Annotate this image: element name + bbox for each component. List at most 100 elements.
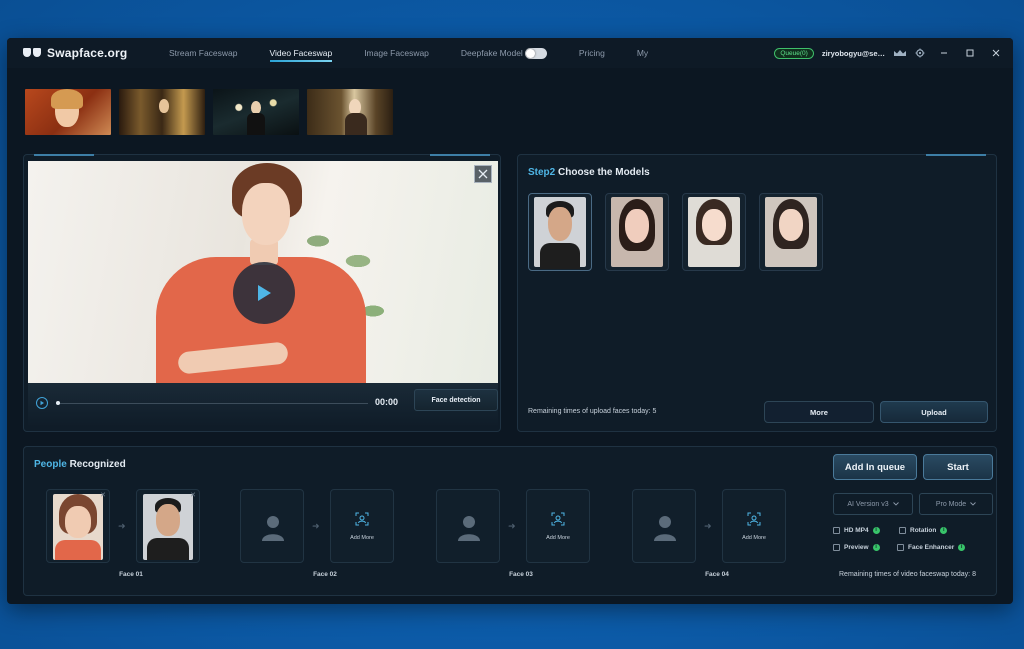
control-play-icon[interactable] <box>36 397 48 409</box>
preview-option[interactable]: Preview i <box>833 544 880 551</box>
arrow-right-icon: ➜ <box>508 521 516 531</box>
preview-label: Preview <box>844 544 869 551</box>
tab-my[interactable]: My <box>621 38 664 68</box>
panel-accent <box>34 154 94 156</box>
add-more[interactable]: Add More <box>527 512 589 541</box>
start-button[interactable]: Start <box>923 454 993 480</box>
gear-icon[interactable] <box>915 48 925 58</box>
info-icon[interactable]: i <box>958 544 966 551</box>
source-face-photo <box>53 494 103 560</box>
title-right: Queue(0) ziryobogyu@se… <box>774 38 1003 68</box>
video-thumbnail[interactable] <box>307 89 393 135</box>
tab-deepfake-label: Deepfake Model <box>460 48 523 58</box>
add-more-label: Add More <box>350 535 374 541</box>
source-face-slot[interactable] <box>240 489 304 563</box>
close-icon[interactable] <box>989 46 1003 60</box>
remove-icon[interactable]: ✕ <box>190 491 196 499</box>
face-enhancer-option[interactable]: Face Enhancer i <box>897 544 966 551</box>
more-button[interactable]: More <box>764 401 874 423</box>
model-photo <box>534 197 586 269</box>
model-card[interactable] <box>528 193 592 271</box>
face-label: Face 01 <box>119 571 143 578</box>
rotation-checkbox[interactable] <box>899 527 906 534</box>
maximize-icon[interactable] <box>963 46 977 60</box>
source-face-skin <box>65 506 91 538</box>
model-face <box>702 209 726 241</box>
progress-knob[interactable] <box>56 401 60 405</box>
model-photo <box>765 197 817 267</box>
user-email[interactable]: ziryobogyu@se… <box>822 49 885 58</box>
add-more-slot[interactable]: Add More <box>526 489 590 563</box>
avatar-placeholder-icon <box>458 516 480 541</box>
info-icon[interactable]: i <box>940 527 948 534</box>
deepfake-toggle[interactable] <box>524 47 547 59</box>
model-card[interactable] <box>759 193 823 271</box>
minimize-icon[interactable] <box>937 46 951 60</box>
add-more-slot[interactable]: Add More <box>330 489 394 563</box>
people-title-highlight: People <box>34 459 67 470</box>
video-thumbnail[interactable] <box>119 89 205 135</box>
remaining-upload-text: Remaining times of upload faces today: 5 <box>528 408 657 415</box>
tab-stream-faceswap[interactable]: Stream Faceswap <box>153 38 254 68</box>
model-face <box>779 209 803 241</box>
progress-bar[interactable] <box>56 403 368 404</box>
face-enhancer-checkbox[interactable] <box>897 544 904 551</box>
step2-title: Step2 Choose the Models <box>528 167 650 178</box>
source-face-slot[interactable] <box>436 489 500 563</box>
thumbnail-suit <box>247 113 265 135</box>
video-player[interactable] <box>28 161 498 383</box>
step2-label: Step2 <box>528 167 556 178</box>
add-more[interactable]: Add More <box>331 512 393 541</box>
face-label: Face 02 <box>313 571 337 578</box>
thumbnail-face <box>159 99 169 113</box>
add-more-slot[interactable]: Add More <box>722 489 786 563</box>
source-face-slot[interactable] <box>632 489 696 563</box>
upload-button[interactable]: Upload <box>880 401 988 423</box>
add-in-queue-button[interactable]: Add In queue <box>833 454 917 480</box>
crown-icon[interactable] <box>893 49 907 57</box>
face-scan-icon <box>355 512 369 526</box>
tab-pricing[interactable]: Pricing <box>563 38 621 68</box>
add-more[interactable]: Add More <box>723 512 785 541</box>
title-bar: Swapface.org Stream Faceswap Video Faces… <box>7 38 1013 68</box>
video-thumbnails <box>25 89 393 135</box>
panel-accent <box>430 154 490 156</box>
ai-version-select[interactable]: AI Version v3 <box>833 493 913 515</box>
preview-checkbox[interactable] <box>833 544 840 551</box>
remove-icon[interactable]: ✕ <box>100 491 106 499</box>
model-card[interactable] <box>682 193 746 271</box>
rotation-option[interactable]: Rotation i <box>899 527 948 534</box>
hd-mp4-option[interactable]: HD MP4 i <box>833 527 880 534</box>
source-face-slot[interactable]: ✕ <box>46 489 110 563</box>
target-face-slot[interactable]: ✕ <box>136 489 200 563</box>
hd-mp4-checkbox[interactable] <box>833 527 840 534</box>
play-button[interactable] <box>233 262 295 324</box>
video-thumbnail[interactable] <box>213 89 299 135</box>
tab-deepfake-model[interactable]: Deepfake Model <box>445 38 563 68</box>
pro-mode-select[interactable]: Pro Mode <box>919 493 993 515</box>
video-thumbnail[interactable] <box>25 89 111 135</box>
model-card[interactable] <box>605 193 669 271</box>
models-panel: Step2 Choose the Models Remaining times … <box>517 154 997 432</box>
close-video-button[interactable] <box>474 165 492 183</box>
info-icon[interactable]: i <box>872 544 880 551</box>
face-detection-button[interactable]: Face detection <box>414 389 498 411</box>
app-title: Swapface.org <box>47 46 128 60</box>
rotation-label: Rotation <box>910 527 937 534</box>
panel-accent <box>926 154 986 156</box>
info-icon[interactable]: i <box>872 527 880 534</box>
queue-badge[interactable]: Queue(0) <box>774 47 814 59</box>
target-face-photo <box>143 494 193 560</box>
face-scan-icon <box>551 512 565 526</box>
tab-image-faceswap[interactable]: Image Faceswap <box>348 38 445 68</box>
add-more-label: Add More <box>742 535 766 541</box>
face-pair: ➜ Add More Face 03 <box>436 489 606 583</box>
arrow-right-icon: ➜ <box>704 521 712 531</box>
model-shirt <box>540 243 580 269</box>
remaining-video-text: Remaining times of video faceswap today:… <box>839 571 976 578</box>
people-title: People Recognized <box>34 459 126 470</box>
chevron-down-icon <box>970 502 976 506</box>
logo[interactable]: Swapface.org <box>23 46 153 60</box>
tab-video-faceswap[interactable]: Video Faceswap <box>254 38 349 68</box>
face-label: Face 04 <box>705 571 729 578</box>
